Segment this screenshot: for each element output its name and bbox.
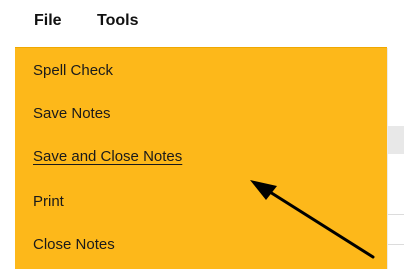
arrow-pointer-icon [250,180,375,259]
screen: File Tools Spell Check Save Notes Save a… [0,0,404,269]
